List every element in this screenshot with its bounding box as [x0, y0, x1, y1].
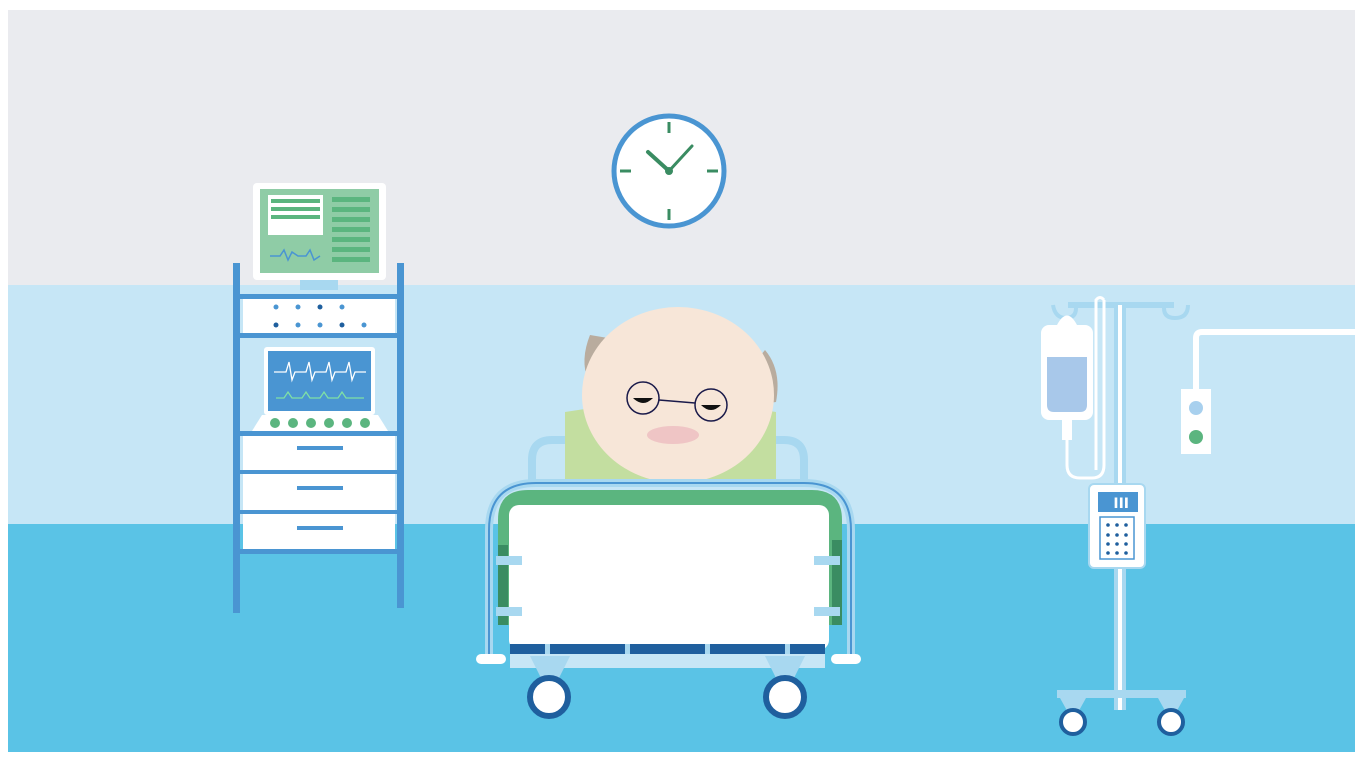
hospital-room-illustration: III — [0, 0, 1355, 760]
patient-monitor-icon — [253, 183, 386, 290]
infusion-pump-icon: III — [1088, 483, 1146, 569]
pump-display-text: III — [1113, 496, 1129, 512]
hospital-room-scene: III — [0, 0, 1355, 760]
wall-clock-icon — [611, 113, 727, 229]
